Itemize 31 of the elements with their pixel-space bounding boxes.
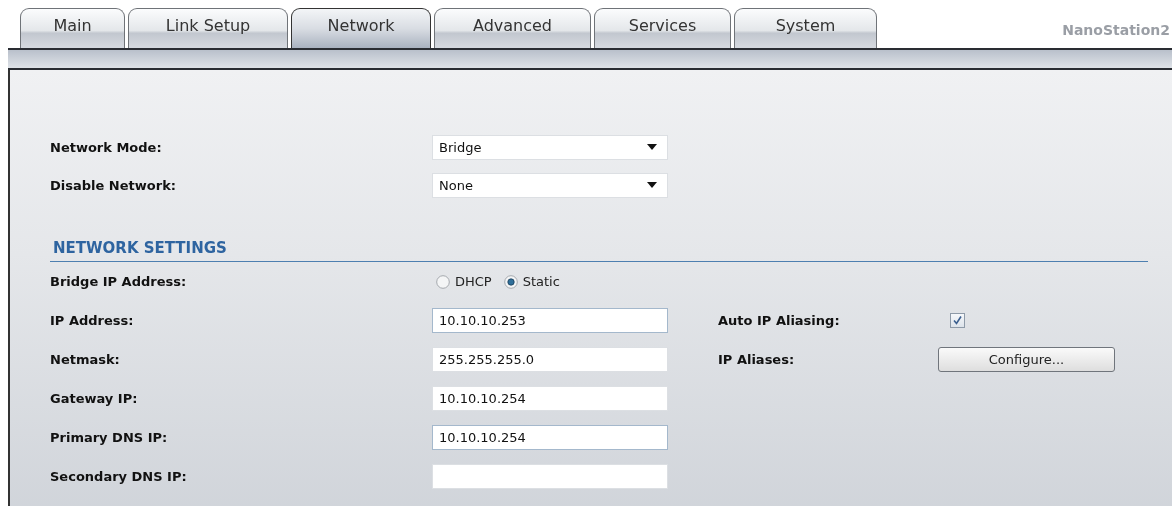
radio-option[interactable]: DHCP	[436, 274, 492, 289]
radio-option[interactable]: Static	[503, 274, 560, 289]
configure-button[interactable]: Configure...	[938, 347, 1115, 372]
tab[interactable]: Main	[20, 8, 125, 48]
caret-icon	[647, 144, 657, 150]
field-label: Bridge IP Address:	[50, 274, 188, 289]
checkbox[interactable]	[950, 313, 965, 328]
device-name: NanoStation2	[1062, 22, 1170, 38]
input-field[interactable]: 10.10.10.254	[432, 386, 668, 411]
input-field[interactable]	[432, 464, 668, 489]
field-label: Network Mode:	[50, 139, 163, 155]
caret-icon	[647, 182, 657, 188]
field-label: Primary DNS IP:	[50, 430, 169, 445]
tab[interactable]: Network	[291, 8, 431, 48]
field-label: Netmask:	[50, 352, 121, 367]
field-label: Disable Network:	[50, 177, 177, 193]
section-heading: NETWORK SETTINGS	[53, 239, 227, 257]
input-field[interactable]: 255.255.255.0	[432, 347, 668, 372]
tab[interactable]: Services	[594, 8, 731, 48]
dropdown[interactable]: Bridge	[432, 134, 668, 160]
field-label: Gateway IP:	[50, 391, 139, 406]
dropdown[interactable]: None	[432, 172, 668, 198]
tab[interactable]: Advanced	[434, 8, 591, 48]
input-field[interactable]: 10.10.10.254	[432, 425, 668, 450]
tab[interactable]: Link Setup	[128, 8, 288, 48]
field-label: Auto IP Aliasing:	[718, 313, 841, 328]
field-label: Secondary DNS IP:	[50, 469, 188, 484]
input-field[interactable]: 10.10.10.253	[432, 308, 668, 333]
tab[interactable]: System	[734, 8, 877, 48]
field-label: IP Address:	[50, 313, 135, 328]
field-label: IP Aliases:	[718, 352, 796, 367]
